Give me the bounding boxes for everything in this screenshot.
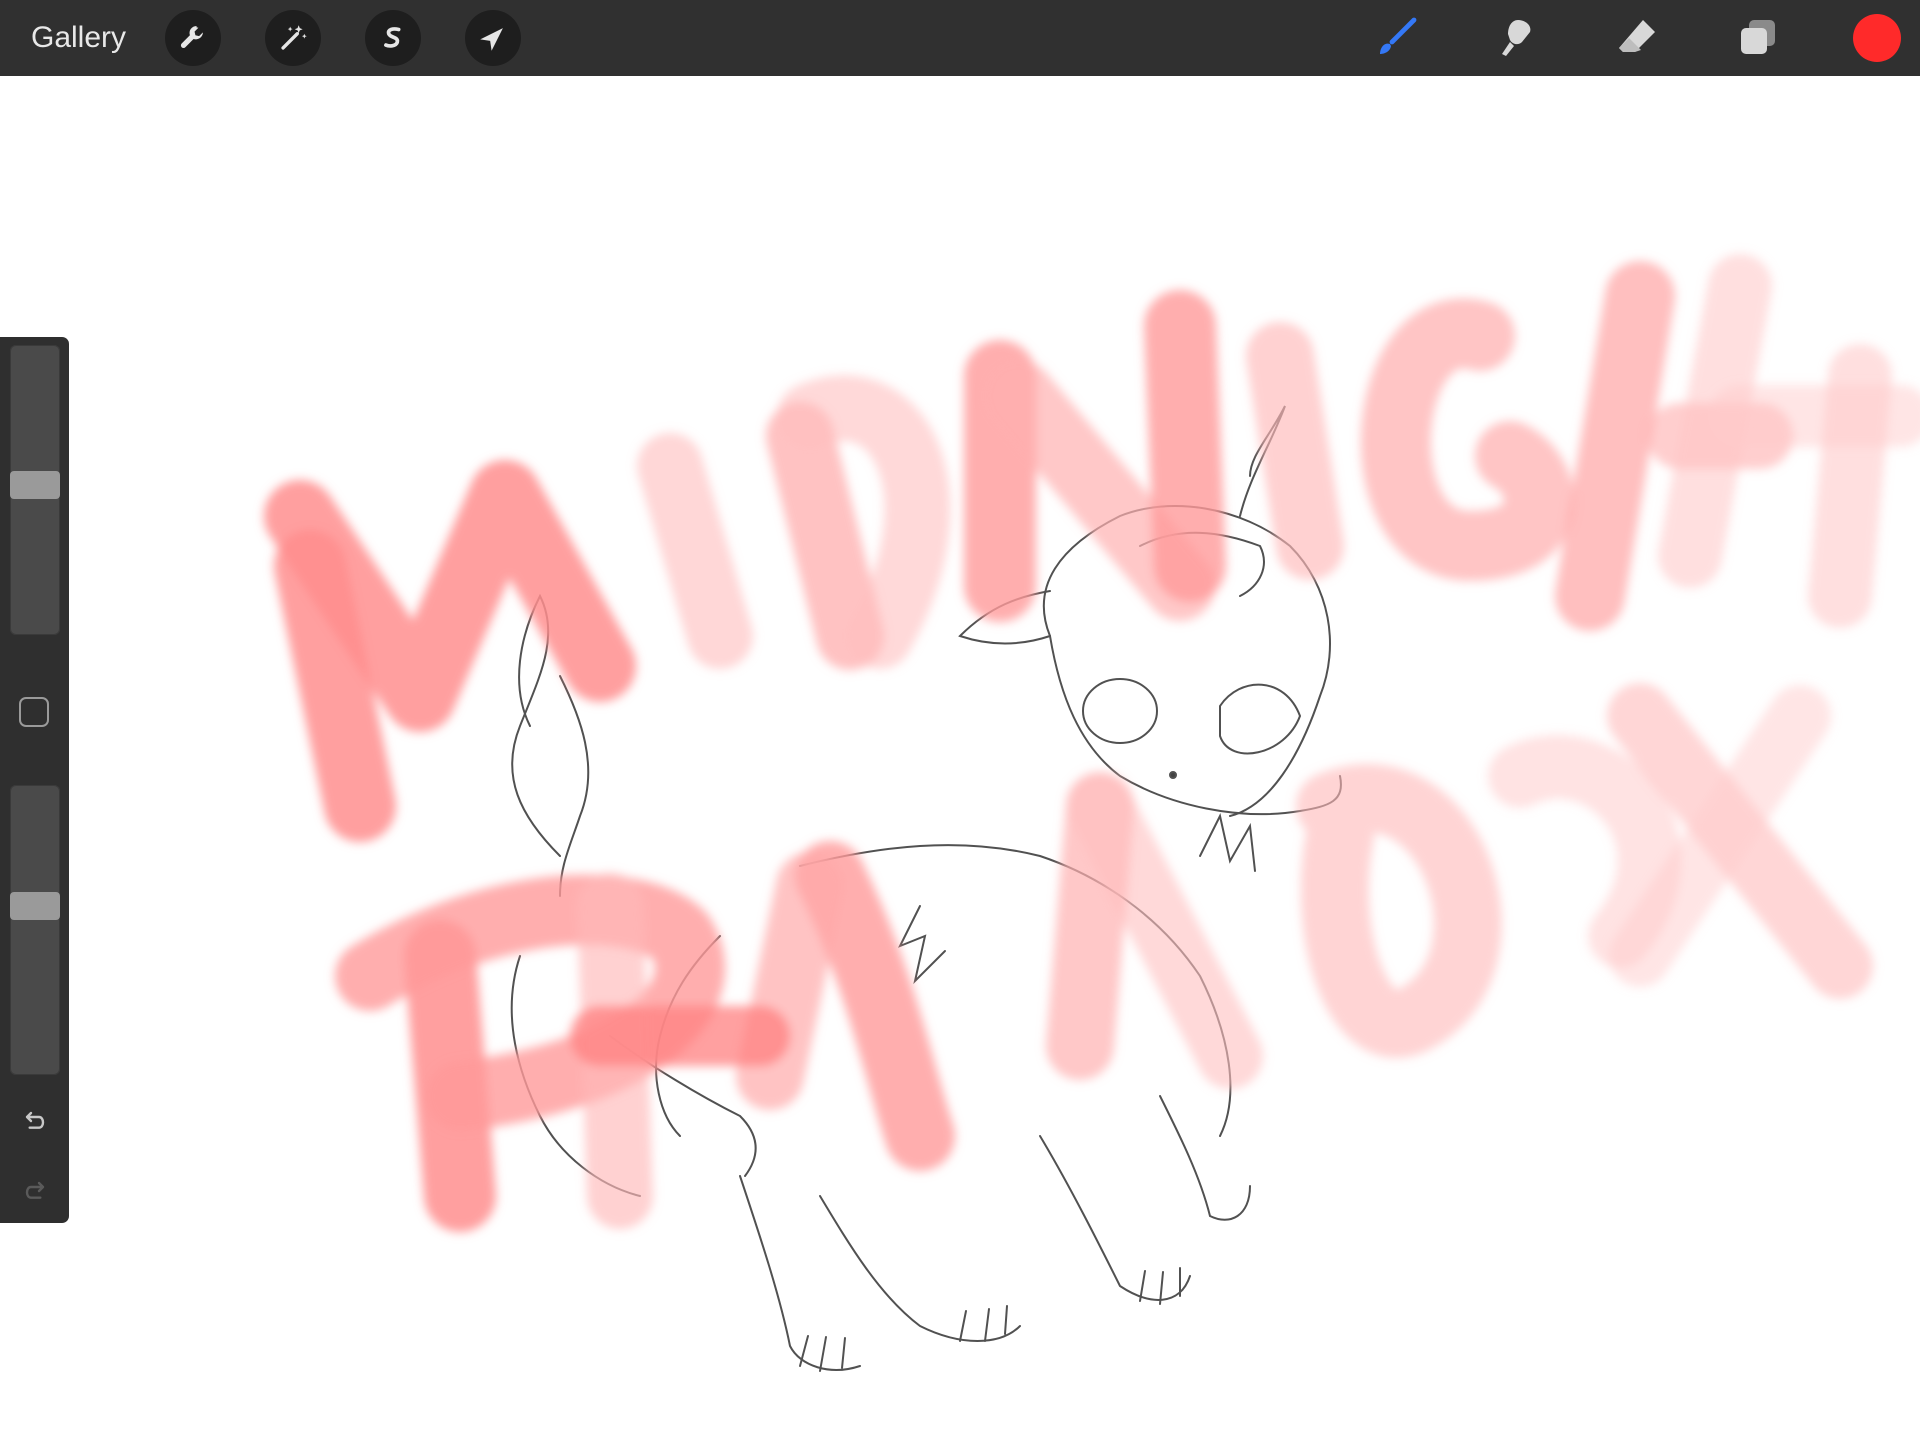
modify-button[interactable]: [19, 697, 49, 727]
drawing-canvas[interactable]: [0, 76, 1920, 1440]
brush-size-slider[interactable]: [10, 345, 60, 635]
undo-button[interactable]: [16, 1102, 54, 1140]
opacity-slider[interactable]: [10, 785, 60, 1075]
smudge-tool-button[interactable]: [1490, 12, 1542, 64]
adjustments-button[interactable]: [265, 10, 321, 66]
arrow-cursor-icon: [480, 28, 503, 51]
magic-wand-icon: [281, 25, 307, 50]
redo-button[interactable]: [16, 1172, 54, 1210]
left-sidebar: [0, 337, 69, 1223]
wrench-icon: [180, 25, 203, 48]
eraser-icon: [1619, 20, 1655, 52]
eraser-tool-button[interactable]: [1611, 12, 1663, 64]
selection-s-icon: [384, 27, 401, 48]
artwork: [264, 254, 1920, 1372]
transform-button[interactable]: [465, 10, 521, 66]
selection-button[interactable]: [365, 10, 421, 66]
pink-strokes-paradox: [335, 683, 1873, 1232]
layers-icon: [1741, 20, 1775, 54]
color-picker-button[interactable]: [1853, 14, 1901, 62]
actions-button[interactable]: [165, 10, 221, 66]
brush-size-slider-thumb[interactable]: [10, 471, 60, 499]
brush-icon: [1380, 17, 1417, 54]
brush-tool-button[interactable]: [1370, 12, 1422, 64]
opacity-slider-thumb[interactable]: [10, 892, 60, 920]
top-toolbar: Gallery: [0, 0, 1920, 76]
undo-icon: [25, 1111, 45, 1129]
redo-icon: [25, 1181, 45, 1199]
smudge-icon: [1502, 20, 1531, 56]
gallery-button[interactable]: Gallery: [31, 18, 126, 58]
layers-button[interactable]: [1731, 12, 1783, 64]
